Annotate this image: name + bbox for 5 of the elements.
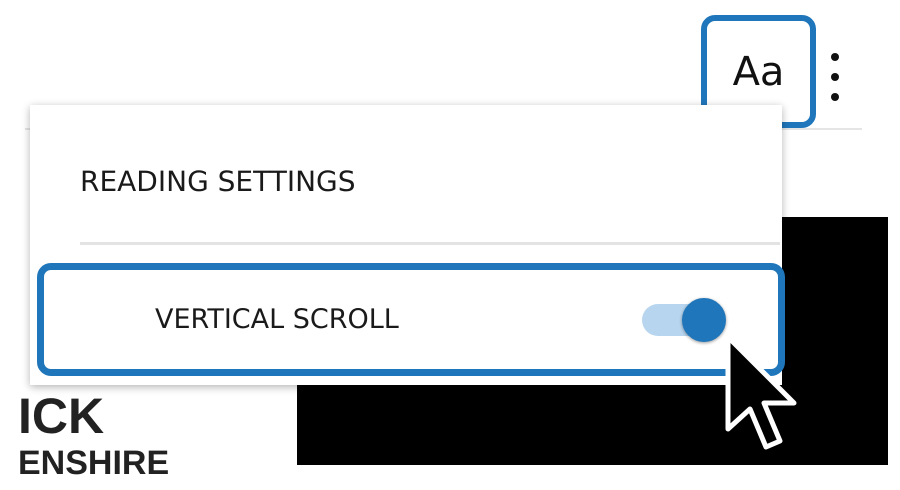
page-heading-text: ENSHIRE	[18, 444, 170, 482]
option-label: VERTICAL SCROLL	[155, 304, 399, 335]
menu-title: READING SETTINGS	[80, 165, 356, 198]
more-menu-icon[interactable]	[830, 52, 840, 102]
page-heading-text: ICK	[18, 388, 106, 444]
